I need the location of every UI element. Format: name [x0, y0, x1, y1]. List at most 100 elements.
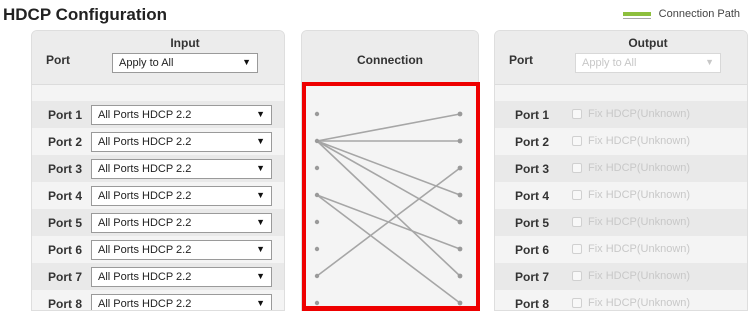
output-node[interactable]	[457, 192, 463, 198]
input-node[interactable]	[314, 273, 320, 279]
input-panel-header: Input Port Apply to All ▼	[32, 31, 284, 85]
connection-line	[316, 140, 461, 196]
dropdown-arrow-icon: ▼	[256, 244, 265, 254]
fix-hdcp-checkbox[interactable]	[572, 217, 582, 227]
connection-path-swatch	[622, 12, 651, 19]
input-port-label: Port 8	[48, 297, 83, 311]
fix-hdcp-label: Fix HDCP(Unknown)	[588, 270, 691, 282]
input-hdcp-value: All Ports HDCP 2.2	[98, 244, 192, 256]
page-title: HDCP Configuration	[3, 5, 168, 24]
input-hdcp-select[interactable]: All Ports HDCP 2.2 ▼	[91, 267, 272, 287]
output-panel: Output Port Apply to All ▼ Port 1 Fix HDC…	[494, 30, 748, 311]
fix-hdcp-checkbox[interactable]	[572, 136, 582, 146]
output-port-label: Port 7	[515, 270, 550, 284]
input-column-title: Input	[170, 36, 200, 50]
output-column-title: Output	[628, 36, 668, 50]
fix-hdcp-checkbox[interactable]	[572, 271, 582, 281]
fix-hdcp-label: Fix HDCP(Unknown)	[588, 162, 691, 174]
legend-label: Connection Path	[658, 8, 740, 20]
output-port-label: Port 4	[515, 189, 550, 203]
input-node[interactable]	[314, 300, 320, 306]
input-node[interactable]	[314, 138, 320, 144]
connection-line	[316, 194, 461, 304]
input-port-label: Port 1	[48, 108, 83, 122]
input-hdcp-select[interactable]: All Ports HDCP 2.2 ▼	[91, 105, 272, 125]
input-apply-all-select[interactable]: Apply to All ▼	[112, 53, 258, 73]
dropdown-arrow-icon: ▼	[256, 271, 265, 281]
dropdown-arrow-icon: ▼	[256, 163, 265, 173]
input-port-label: Port 6	[48, 243, 83, 257]
input-node[interactable]	[314, 246, 320, 252]
input-row: Port 5 All Ports HDCP 2.2 ▼	[32, 209, 284, 236]
fix-hdcp-label: Fix HDCP(Unknown)	[588, 216, 691, 228]
fix-hdcp-checkbox[interactable]	[572, 163, 582, 173]
output-port-header: Port	[509, 53, 533, 67]
output-node[interactable]	[457, 111, 463, 117]
output-port-label: Port 3	[515, 162, 550, 176]
output-port-label: Port 2	[515, 135, 550, 149]
fix-hdcp-checkbox[interactable]	[572, 244, 582, 254]
fix-hdcp-checkbox[interactable]	[572, 109, 582, 119]
input-apply-all-value: Apply to All	[119, 57, 174, 69]
input-panel: Input Port Apply to All ▼ Port 1 All Port…	[31, 30, 285, 311]
input-hdcp-select[interactable]: All Ports HDCP 2.2 ▼	[91, 213, 272, 233]
output-panel-header: Output Port Apply to All ▼	[495, 31, 747, 85]
output-node[interactable]	[457, 273, 463, 279]
output-node[interactable]	[457, 246, 463, 252]
connection-map[interactable]	[302, 31, 479, 311]
input-node[interactable]	[314, 111, 320, 117]
input-row: Port 6 All Ports HDCP 2.2 ▼	[32, 236, 284, 263]
input-port-label: Port 2	[48, 135, 83, 149]
output-apply-all-select: Apply to All ▼	[575, 53, 721, 73]
input-node[interactable]	[314, 192, 320, 198]
fix-hdcp-checkbox[interactable]	[572, 190, 582, 200]
output-row: Port 2 Fix HDCP(Unknown)	[495, 128, 747, 155]
input-hdcp-select[interactable]: All Ports HDCP 2.2 ▼	[91, 186, 272, 206]
dropdown-arrow-icon: ▼	[242, 57, 251, 67]
input-port-header: Port	[46, 53, 70, 67]
connection-panel: Connection	[301, 30, 479, 311]
output-row: Port 6 Fix HDCP(Unknown)	[495, 236, 747, 263]
input-port-label: Port 7	[48, 270, 83, 284]
output-node[interactable]	[457, 219, 463, 225]
output-row: Port 4 Fix HDCP(Unknown)	[495, 182, 747, 209]
dropdown-arrow-icon: ▼	[256, 136, 265, 146]
dropdown-arrow-icon: ▼	[256, 298, 265, 308]
input-node[interactable]	[314, 219, 320, 225]
fix-hdcp-checkbox[interactable]	[572, 298, 582, 308]
input-hdcp-value: All Ports HDCP 2.2	[98, 136, 192, 148]
input-hdcp-value: All Ports HDCP 2.2	[98, 217, 192, 229]
fix-hdcp-label: Fix HDCP(Unknown)	[588, 297, 691, 309]
fix-hdcp-label: Fix HDCP(Unknown)	[588, 135, 691, 147]
input-hdcp-value: All Ports HDCP 2.2	[98, 190, 192, 202]
input-hdcp-select[interactable]: All Ports HDCP 2.2 ▼	[91, 159, 272, 179]
output-port-label: Port 1	[515, 108, 550, 122]
dropdown-arrow-icon: ▼	[705, 57, 714, 67]
input-row: Port 8 All Ports HDCP 2.2 ▼	[32, 290, 284, 311]
connection-line	[316, 167, 461, 277]
output-apply-all-value: Apply to All	[582, 57, 637, 69]
input-hdcp-value: All Ports HDCP 2.2	[98, 271, 192, 283]
output-node[interactable]	[457, 300, 463, 306]
fix-hdcp-label: Fix HDCP(Unknown)	[588, 243, 691, 255]
output-node[interactable]	[457, 165, 463, 171]
output-port-label: Port 5	[515, 216, 550, 230]
input-row: Port 1 All Ports HDCP 2.2 ▼	[32, 101, 284, 128]
output-row: Port 8 Fix HDCP(Unknown)	[495, 290, 747, 311]
output-port-label: Port 8	[515, 297, 550, 311]
connection-line	[316, 140, 461, 277]
connection-line	[316, 113, 461, 142]
input-hdcp-select[interactable]: All Ports HDCP 2.2 ▼	[91, 132, 272, 152]
output-row: Port 7 Fix HDCP(Unknown)	[495, 263, 747, 290]
output-port-label: Port 6	[515, 243, 550, 257]
input-row: Port 2 All Ports HDCP 2.2 ▼	[32, 128, 284, 155]
input-hdcp-value: All Ports HDCP 2.2	[98, 109, 192, 121]
output-node[interactable]	[457, 138, 463, 144]
dropdown-arrow-icon: ▼	[256, 190, 265, 200]
input-node[interactable]	[314, 165, 320, 171]
dropdown-arrow-icon: ▼	[256, 109, 265, 119]
connection-path-legend: Connection Path	[622, 8, 740, 20]
input-port-label: Port 4	[48, 189, 83, 203]
input-hdcp-select[interactable]: All Ports HDCP 2.2 ▼	[91, 240, 272, 260]
input-hdcp-select[interactable]: All Ports HDCP 2.2 ▼	[91, 294, 272, 310]
